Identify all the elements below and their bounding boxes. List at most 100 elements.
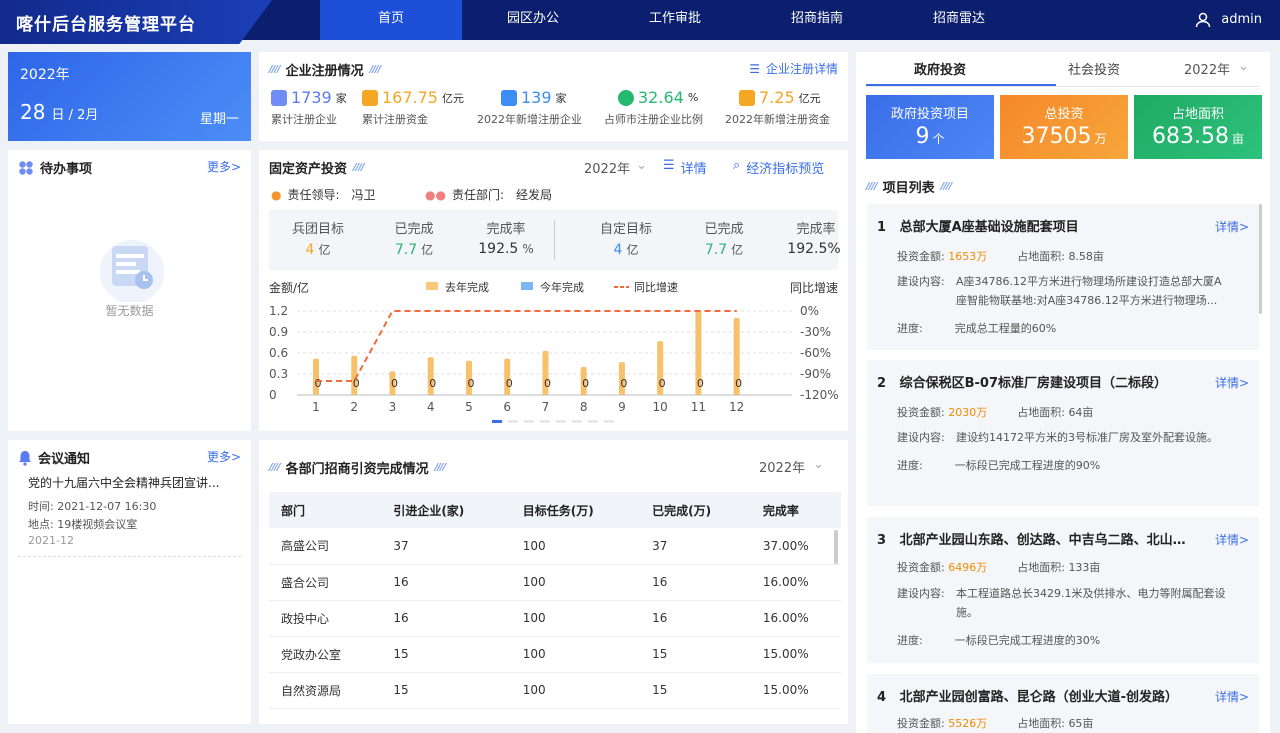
- meeting-more-link[interactable]: 更多>: [207, 448, 241, 465]
- project-detail-link[interactable]: 详情>: [1215, 531, 1249, 548]
- data-label: 0: [467, 377, 474, 390]
- data-label: 0: [659, 377, 666, 390]
- todo-more-link[interactable]: 更多>: [207, 158, 241, 175]
- table-cell: 政投中心: [269, 600, 382, 637]
- project-amount: 投资金额: 2030万 占地面积: 64亩: [897, 406, 1094, 419]
- table-cell: 15.00%: [750, 636, 841, 673]
- todo-header: 待办事项: [18, 158, 92, 177]
- project-content-label: 建设内容:: [897, 431, 945, 444]
- project-card-3[interactable]: 3 北部产业园山东路、创达路、中吉乌二路、北山... 详情> 投资金额: 649…: [867, 517, 1259, 663]
- project-content-label: 建设内容:: [897, 275, 945, 288]
- legend-label: 同比增速: [634, 280, 678, 294]
- target-label: 兵团目标: [291, 222, 344, 237]
- nav-radar[interactable]: 招商雷达: [888, 0, 1030, 40]
- x-tick-label: 5: [465, 400, 473, 414]
- kpi-label: 政府投资项目: [890, 107, 969, 122]
- project-card-4[interactable]: 4 北部产业园创富路、昆仑路（创业大道-创发路） 详情> 投资金额: 5526万…: [867, 674, 1259, 733]
- top-bar: 喀什后台服务管理平台 首页 园区办公 工作审批 招商指南 招商雷达 admin: [0, 0, 1280, 44]
- deco-icon: ////: [866, 181, 878, 192]
- project-detail-link[interactable]: 详情>: [1215, 374, 1249, 391]
- date-day: 28 日 / 2月: [20, 100, 98, 124]
- fixed-year-select[interactable]: 2022年 ⌄: [584, 158, 647, 177]
- deco-icon: ////: [940, 181, 953, 192]
- project-content: 本工程道路总长3429.1米及供排水、电力等附属配套设 施。: [956, 587, 1226, 619]
- table-row[interactable]: 政投中心 16 100 16 16.00%: [269, 600, 841, 637]
- project-progress: 进度: 一标段已完成工程进度的90%: [897, 459, 1101, 472]
- economic-preview-link[interactable]: ⌕ 经济指标预览: [733, 158, 824, 177]
- project-amount: 投资金额: 6496万 占地面积: 133亩: [897, 561, 1101, 574]
- table-scrollbar[interactable]: [834, 530, 838, 564]
- stat-value: 139: [521, 88, 552, 107]
- user-menu[interactable]: admin: [1195, 0, 1262, 40]
- fixed-detail-link[interactable]: ☰ 详情: [663, 158, 707, 177]
- table-cell: 15: [640, 672, 751, 709]
- tab-social[interactable]: 社会投资: [1068, 59, 1120, 78]
- pie-icon: [618, 89, 634, 106]
- leader-info: ● 责任领导: 冯卫: [271, 186, 376, 203]
- x-tick-label: 3: [389, 400, 397, 414]
- x-tick-label: 11: [691, 400, 706, 414]
- table-cell: 37.00%: [750, 528, 841, 565]
- dept-info: ●● 责任部门: 经发局: [425, 186, 552, 203]
- table-cell: 37: [381, 528, 511, 565]
- project-detail-link[interactable]: 详情>: [1215, 218, 1249, 235]
- registration-detail-link[interactable]: ☰ 企业注册详情: [749, 60, 838, 77]
- stat-label: 2022年新增注册企业: [477, 113, 582, 126]
- x-tick-label: 9: [618, 400, 626, 414]
- data-label: 0: [735, 377, 742, 390]
- stat-label: 占师市注册企业比例: [604, 113, 703, 126]
- nav-guide[interactable]: 招商指南: [746, 0, 888, 40]
- target-item: 兵团目标 4 亿: [283, 218, 353, 258]
- nav-park-office[interactable]: 园区办公: [462, 0, 604, 40]
- table-row[interactable]: 自然资源局 15 100 15 15.00%: [269, 672, 841, 709]
- tab-government[interactable]: 政府投资: [914, 59, 966, 78]
- project-title: 1 总部大厦A座基础设施配套项目: [877, 220, 1079, 235]
- pager-dot: [508, 420, 518, 423]
- project-card-2[interactable]: 2 综合保税区B-07标准厂房建设项目（二标段） 详情> 投资金额: 2030万…: [867, 360, 1259, 506]
- y2-tick-label: -30%: [800, 325, 831, 339]
- deco-icon: ////: [269, 462, 281, 473]
- year-value: 2022年: [759, 461, 806, 476]
- deco-icon: ////: [434, 462, 447, 473]
- table-cell: 16: [640, 564, 751, 601]
- invest-year-select[interactable]: 2022年 ⌄: [759, 457, 824, 476]
- meeting-date: 2021-12: [28, 534, 74, 547]
- table-row[interactable]: 盛合公司 16 100 16 16.00%: [269, 564, 841, 601]
- targets-box: 兵团目标 4 亿 已完成 7.7 亿 完成率 192.5% 自定目标 4 亿 已完成 7.7 亿 完成率 19…: [269, 210, 841, 270]
- data-label: 0: [429, 377, 436, 390]
- y-tick-label: 0.9: [269, 325, 288, 339]
- table-cell: 16.00%: [750, 564, 841, 601]
- fixed-asset-chart: 金额/亿 同比增速 去年完成 今年完成 同比增速 1.2 0% 0.9 -30% 0.6 -60% 0…: [269, 280, 839, 423]
- x-tick-label: 2: [350, 400, 358, 414]
- table-row[interactable]: 党政办公室 15 100 15 15.00%: [269, 636, 841, 673]
- project-amount: 投资金额: 5526万 占地面积: 65亩: [897, 717, 1094, 730]
- meeting-title: 会议通知: [38, 452, 91, 467]
- nav-approval[interactable]: 工作审批: [604, 0, 746, 40]
- project-list-title: 项目列表: [882, 181, 935, 196]
- project-detail-link[interactable]: 详情>: [1215, 688, 1249, 705]
- table-cell: 100: [510, 528, 641, 565]
- table-cell: 盛合公司: [269, 564, 382, 601]
- stat-new-capital: 7.25 亿元 2022年新增注册资金: [725, 88, 830, 127]
- table-cell: 16: [381, 600, 511, 637]
- column-header: 引进企业(家): [381, 492, 511, 528]
- right-year-select[interactable]: 2022年 ⌄: [1184, 59, 1249, 78]
- table-header-row: 部门 引进企业(家) 目标任务(万) 已完成(万) 完成率: [269, 492, 841, 528]
- stat-total-capital: 167.75 亿元 累计注册资金: [362, 88, 464, 127]
- meeting-item-title[interactable]: 党的十九届六中全会精神兵团宣讲...: [28, 474, 243, 491]
- table-cell: 100: [510, 672, 641, 709]
- username: admin: [1221, 12, 1262, 27]
- pager-dot: [572, 420, 582, 423]
- stat-unit: 家: [555, 91, 567, 105]
- legend-label: 去年完成: [445, 280, 489, 294]
- table-row[interactable]: 高盛公司 37 100 37 37.00%: [269, 528, 841, 565]
- registration-detail-label: 企业注册详情: [765, 62, 838, 76]
- y-tick-label: 0.3: [269, 367, 288, 381]
- project-card-1[interactable]: 1 总部大厦A座基础设施配套项目 详情> 投资金额: 1653万 占地面积: 8.…: [867, 204, 1259, 350]
- nav-home[interactable]: 首页: [320, 0, 462, 40]
- search-icon: ⌕: [733, 158, 741, 173]
- growth-line: [316, 310, 737, 382]
- target-item: 已完成 7.7 亿: [379, 218, 449, 258]
- divider: [18, 556, 241, 557]
- table-cell: 党政办公室: [269, 636, 382, 673]
